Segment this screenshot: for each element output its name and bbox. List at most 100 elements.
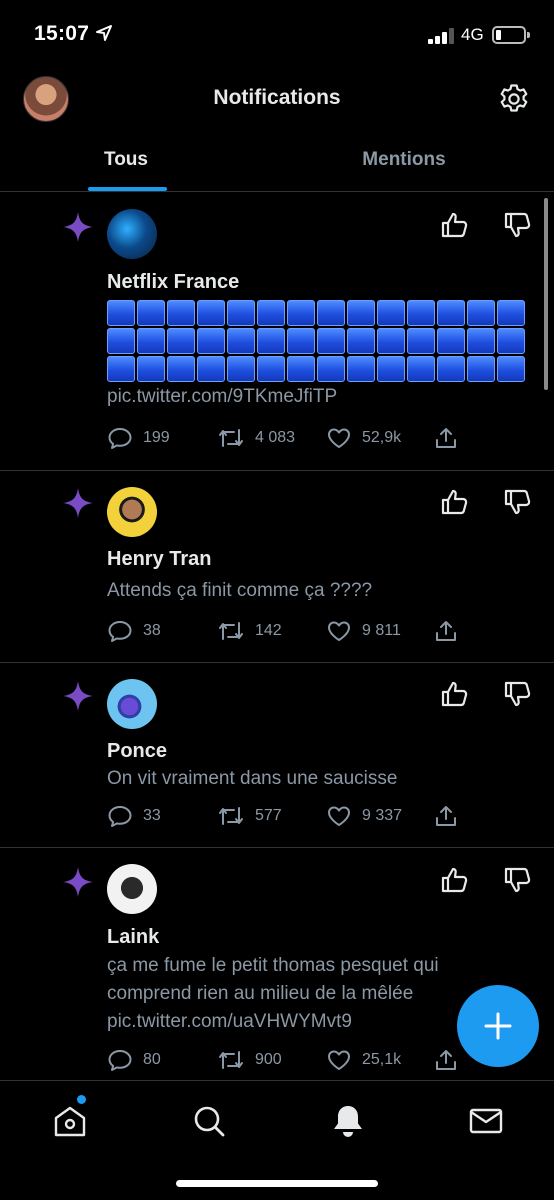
plus-icon bbox=[484, 1012, 512, 1040]
like-button[interactable]: 25,1k bbox=[326, 1048, 401, 1072]
thumbs-up-icon[interactable] bbox=[440, 865, 470, 895]
blue-square-emoji bbox=[227, 328, 255, 354]
tweet-text[interactable]: On vit vraiment dans une saucisse bbox=[107, 765, 507, 793]
thumbs-down-icon[interactable] bbox=[503, 679, 533, 709]
avatar[interactable] bbox=[107, 679, 157, 729]
like-button[interactable]: 9 811 bbox=[326, 619, 401, 643]
tweet-actions: 80 900 25,1k bbox=[107, 1048, 467, 1072]
heart-icon bbox=[328, 806, 350, 826]
blue-square-emoji bbox=[227, 300, 255, 326]
bell-icon[interactable] bbox=[328, 1101, 368, 1141]
blue-square-emoji bbox=[137, 300, 165, 326]
retweet-button[interactable]: 4 083 bbox=[217, 426, 295, 450]
emoji-row bbox=[107, 356, 525, 382]
share-icon bbox=[436, 621, 456, 641]
blue-square-emoji bbox=[287, 328, 315, 354]
reply-button[interactable]: 38 bbox=[107, 619, 161, 643]
share-button[interactable] bbox=[434, 619, 458, 643]
blue-square-emoji bbox=[257, 328, 285, 354]
thumbs-down-icon[interactable] bbox=[503, 865, 533, 895]
blue-square-emoji bbox=[407, 328, 435, 354]
blue-square-emoji bbox=[407, 300, 435, 326]
retweet-button[interactable]: 900 bbox=[217, 1048, 282, 1072]
status-bar: 15:07 4G bbox=[0, 0, 554, 70]
blue-square-emoji bbox=[167, 300, 195, 326]
blue-square-emoji bbox=[377, 328, 405, 354]
author-name[interactable]: Netflix France bbox=[107, 271, 239, 294]
author-name[interactable]: Laink bbox=[107, 926, 159, 949]
reply-icon bbox=[108, 806, 132, 827]
avatar[interactable] bbox=[107, 209, 157, 259]
blue-square-emoji bbox=[347, 300, 375, 326]
tweet-text[interactable]: ça me fume le petit thomas pesquet qui c… bbox=[107, 952, 507, 1036]
home-indicator[interactable] bbox=[176, 1180, 378, 1187]
thumbs-up-icon[interactable] bbox=[440, 679, 470, 709]
blue-square-emoji bbox=[107, 328, 135, 354]
network-label: 4G bbox=[461, 25, 484, 44]
emoji-row bbox=[107, 300, 525, 326]
notification-item[interactable]: Ponce On vit vraiment dans une saucisse … bbox=[0, 663, 554, 848]
blue-square-emoji bbox=[107, 356, 135, 382]
share-button[interactable] bbox=[434, 804, 458, 828]
blue-square-emoji bbox=[317, 356, 345, 382]
notification-item[interactable]: Netflix France pic.twitter.com/9TKmeJfiT… bbox=[0, 193, 554, 471]
thumbs-up-icon[interactable] bbox=[440, 487, 470, 517]
location-arrow-icon bbox=[96, 25, 112, 41]
heart-icon bbox=[328, 1050, 350, 1070]
share-button[interactable] bbox=[434, 426, 458, 450]
tweet-actions: 199 4 083 52,9k bbox=[107, 426, 467, 450]
tweet-text[interactable]: pic.twitter.com/9TKmeJfiTP bbox=[107, 383, 507, 411]
retweet-button[interactable]: 577 bbox=[217, 804, 282, 828]
blue-square-emoji bbox=[467, 328, 495, 354]
blue-square-emoji bbox=[347, 328, 375, 354]
mail-icon[interactable] bbox=[466, 1101, 506, 1141]
reply-icon bbox=[108, 621, 132, 642]
blue-square-emoji bbox=[437, 328, 465, 354]
thumbs-up-icon[interactable] bbox=[440, 210, 470, 240]
blue-square-emoji bbox=[317, 328, 345, 354]
retweet-button[interactable]: 142 bbox=[217, 619, 282, 643]
tab-mentions[interactable]: Mentions bbox=[340, 128, 468, 192]
blue-square-emoji bbox=[197, 328, 225, 354]
gear-icon[interactable] bbox=[497, 82, 531, 116]
tweet-text[interactable]: Attends ça finit comme ça ???? bbox=[107, 577, 507, 605]
retweet-count: 577 bbox=[255, 807, 282, 824]
like-count: 25,1k bbox=[362, 1051, 402, 1068]
thumbs-down-icon[interactable] bbox=[503, 210, 533, 240]
reply-count: 199 bbox=[143, 429, 170, 446]
retweet-count: 4 083 bbox=[255, 429, 296, 446]
retweet-icon bbox=[219, 807, 243, 825]
thumbs-down-icon[interactable] bbox=[503, 487, 533, 517]
tab-all[interactable]: Tous bbox=[64, 128, 188, 192]
notification-item[interactable]: Henry Tran Attends ça finit comme ça ???… bbox=[0, 471, 554, 663]
reply-icon bbox=[108, 428, 132, 449]
blue-square-emoji bbox=[107, 300, 135, 326]
reply-button[interactable]: 199 bbox=[107, 426, 170, 450]
reply-button[interactable]: 80 bbox=[107, 1048, 161, 1072]
search-icon[interactable] bbox=[189, 1101, 229, 1141]
like-count: 9 811 bbox=[362, 622, 401, 639]
retweet-icon bbox=[219, 622, 243, 640]
author-name[interactable]: Henry Tran bbox=[107, 548, 211, 571]
author-name[interactable]: Ponce bbox=[107, 740, 167, 763]
blue-square-emoji bbox=[407, 356, 435, 382]
reply-button[interactable]: 33 bbox=[107, 804, 161, 828]
compose-button[interactable] bbox=[457, 985, 539, 1067]
reply-count: 38 bbox=[143, 622, 161, 639]
blue-square-emoji bbox=[197, 300, 225, 326]
share-button[interactable] bbox=[434, 1048, 458, 1072]
tweet-link[interactable]: pic.twitter.com/uaVHWYMvt9 bbox=[107, 1008, 507, 1036]
like-count: 52,9k bbox=[362, 429, 402, 446]
sparkle-icon bbox=[63, 867, 93, 897]
heart-icon bbox=[328, 428, 350, 448]
avatar[interactable] bbox=[107, 864, 157, 914]
reply-count: 33 bbox=[143, 807, 161, 824]
like-button[interactable]: 9 337 bbox=[326, 804, 402, 828]
home-icon[interactable] bbox=[50, 1101, 90, 1141]
reply-count: 80 bbox=[143, 1051, 161, 1068]
avatar[interactable] bbox=[107, 487, 157, 537]
retweet-icon bbox=[219, 1051, 243, 1069]
blue-square-emoji bbox=[467, 300, 495, 326]
signal-strength-icon bbox=[428, 28, 456, 44]
like-button[interactable]: 52,9k bbox=[326, 426, 401, 450]
